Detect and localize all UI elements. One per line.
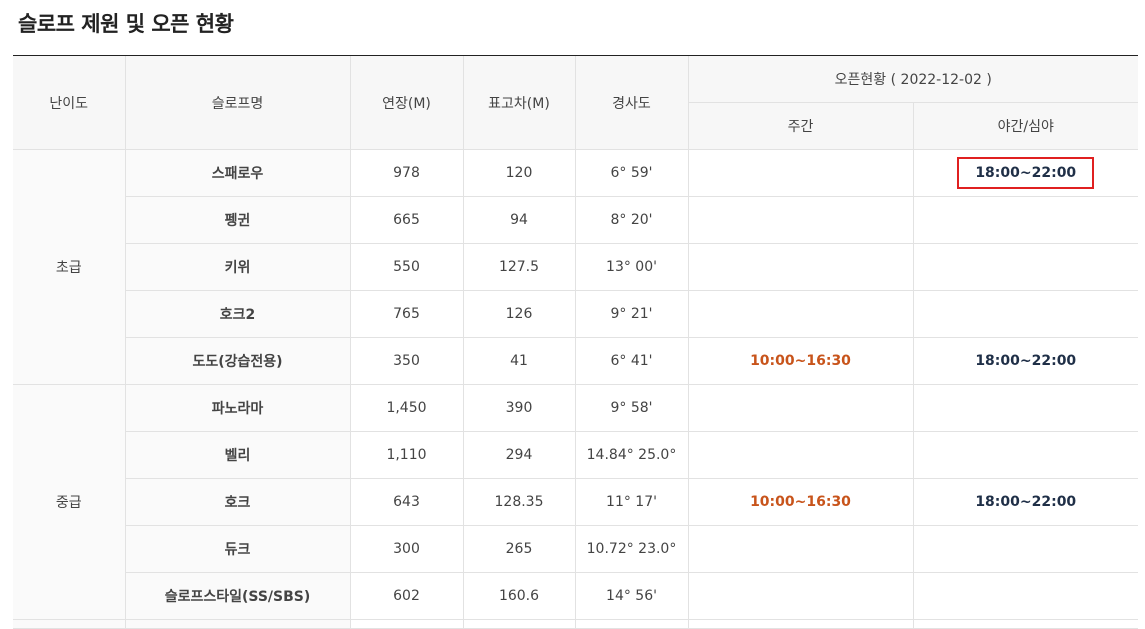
slope-length: 300	[350, 525, 464, 573]
day-hours	[688, 149, 914, 197]
night-hours-highlighted: 18:00~22:00	[957, 157, 1095, 189]
night-hours	[913, 525, 1138, 573]
slope-elevation: 41	[463, 337, 576, 385]
slope-name: 스패로우	[125, 149, 351, 197]
slope-length: 602	[350, 572, 464, 620]
slope-name: 펭귄	[125, 196, 351, 244]
day-hours	[688, 243, 914, 291]
day-hours: 10:00~16:30	[688, 337, 914, 385]
slope-angle: 11° 17'	[575, 478, 689, 526]
table-row: 키위 550 127.5 13° 00'	[13, 243, 1138, 291]
slope-elevation: 94	[463, 196, 576, 244]
night-hours: 18:00~22:00	[913, 478, 1138, 526]
table-row-cut	[13, 619, 1138, 629]
slope-length: 978	[350, 149, 464, 197]
slope-name: 슬로프스타일(SS/SBS)	[125, 572, 351, 620]
table-row: 호크 643 128.35 11° 17' 10:00~16:30 18:00~…	[13, 478, 1138, 526]
slope-length: 765	[350, 290, 464, 338]
slope-elevation: 126	[463, 290, 576, 338]
slope-length: 1,110	[350, 431, 464, 479]
page-title: 슬로프 제원 및 오픈 현황	[18, 12, 234, 36]
slope-angle: 13° 00'	[575, 243, 689, 291]
day-hours	[688, 525, 914, 573]
night-hours	[913, 243, 1138, 291]
header-level: 난이도	[13, 56, 126, 150]
night-hours	[913, 196, 1138, 244]
slope-name: 도도(강습전용)	[125, 337, 351, 385]
night-hours: 18:00~22:00	[913, 337, 1138, 385]
slope-angle: 9° 58'	[575, 384, 689, 432]
slope-elevation: 128.35	[463, 478, 576, 526]
day-hours	[688, 431, 914, 479]
slope-angle: 14.84° 25.0°	[575, 431, 689, 479]
slope-length: 550	[350, 243, 464, 291]
slope-elevation: 265	[463, 525, 576, 573]
table-row: 중급 파노라마 1,450 390 9° 58'	[13, 384, 1138, 620]
table-row: 호크2 765 126 9° 21'	[13, 290, 1138, 338]
table-row: 슬로프스타일(SS/SBS) 602 160.6 14° 56'	[13, 572, 1138, 620]
header-slope-angle: 경사도	[575, 56, 689, 150]
slope-length: 643	[350, 478, 464, 526]
slope-name: 파노라마	[125, 384, 351, 432]
day-hours	[688, 196, 914, 244]
table-row: 도도(강습전용) 350 41 6° 41' 10:00~16:30 18:00…	[13, 337, 1138, 385]
header-day: 주간	[688, 102, 914, 150]
table-row: 벨리 1,110 294 14.84° 25.0°	[13, 431, 1138, 479]
day-hours: 10:00~16:30	[688, 478, 914, 526]
slope-elevation: 127.5	[463, 243, 576, 291]
night-hours-cell: 18:00~22:00	[913, 149, 1138, 197]
header-elevation: 표고차(M)	[463, 56, 576, 150]
day-hours	[688, 384, 914, 432]
slope-length: 350	[350, 337, 464, 385]
level-intermediate: 중급	[13, 384, 126, 620]
day-hours	[688, 290, 914, 338]
slope-name: 호크2	[125, 290, 351, 338]
night-hours	[913, 290, 1138, 338]
header-slope-name: 슬로프명	[125, 56, 351, 150]
slope-length: 665	[350, 196, 464, 244]
slope-angle: 9° 21'	[575, 290, 689, 338]
slope-elevation: 294	[463, 431, 576, 479]
slope-name: 벨리	[125, 431, 351, 479]
slope-angle: 10.72° 23.0°	[575, 525, 689, 573]
table-row: 펭귄 665 94 8° 20'	[13, 196, 1138, 244]
header-length: 연장(M)	[350, 56, 464, 150]
night-hours	[913, 431, 1138, 479]
slope-angle: 6° 41'	[575, 337, 689, 385]
night-hours	[913, 572, 1138, 620]
header-open-status: 오픈현황 ( 2022-12-02 )	[688, 56, 1138, 103]
slope-elevation: 120	[463, 149, 576, 197]
table-header: 난이도 슬로프명 연장(M) 표고차(M) 경사도 오픈현황 ( 2022-12…	[13, 56, 1138, 150]
header-night: 야간/심야	[913, 102, 1138, 150]
slope-name: 호크	[125, 478, 351, 526]
slope-name: 키위	[125, 243, 351, 291]
slope-angle: 8° 20'	[575, 196, 689, 244]
slope-angle: 14° 56'	[575, 572, 689, 620]
slope-length: 1,450	[350, 384, 464, 432]
slope-status-table: 난이도 슬로프명 연장(M) 표고차(M) 경사도 오픈현황 ( 2022-12…	[13, 56, 1138, 629]
day-hours	[688, 572, 914, 620]
slope-elevation: 390	[463, 384, 576, 432]
slope-angle: 6° 59'	[575, 149, 689, 197]
level-beginner: 초급	[13, 149, 126, 385]
night-hours	[913, 384, 1138, 432]
table-row: 초급 스패로우 978 120 6° 59' 18:00~22:00	[13, 149, 1138, 385]
table-row: 듀크 300 265 10.72° 23.0°	[13, 525, 1138, 573]
slope-name: 듀크	[125, 525, 351, 573]
table-body: 초급 스패로우 978 120 6° 59' 18:00~22:00 펭귄 66…	[13, 149, 1138, 629]
slope-elevation: 160.6	[463, 572, 576, 620]
